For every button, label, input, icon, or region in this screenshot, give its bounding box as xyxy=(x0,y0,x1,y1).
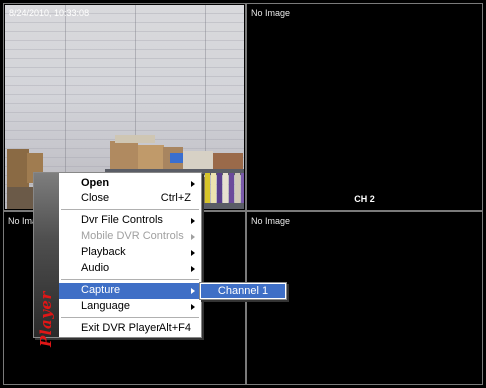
channel-label: CH 2 xyxy=(354,194,375,204)
submenu-arrow-icon xyxy=(191,218,195,224)
submenu-arrow-icon xyxy=(191,304,195,310)
player-logo: Player xyxy=(37,291,55,347)
menu-item-mobile-dvr-controls: Mobile DVR Controls xyxy=(59,229,201,245)
menu-item-exit[interactable]: Exit DVR Player Alt+F4 xyxy=(59,321,201,337)
menu-separator xyxy=(61,209,199,211)
submenu-arrow-icon xyxy=(191,234,195,240)
context-menu: Player Open Close Ctrl+Z Dvr File Contro… xyxy=(33,172,202,347)
menu-item-label: Mobile DVR Controls xyxy=(81,230,184,242)
menu-separator xyxy=(61,317,199,319)
capture-submenu: Channel 1 xyxy=(199,282,287,300)
menu-item-label: Language xyxy=(81,300,130,312)
camera-pane-2[interactable]: No Image CH 2 xyxy=(246,3,483,211)
menu-item-dvr-file-controls[interactable]: Dvr File Controls xyxy=(59,213,201,229)
menu-separator xyxy=(61,279,199,281)
shortcut-label: Ctrl+Z xyxy=(160,192,191,204)
menu-item-label: Playback xyxy=(81,246,126,258)
shortcut-label: Alt+F4 xyxy=(158,322,191,334)
menu-item-label: Exit DVR Player xyxy=(81,322,160,334)
submenu-item-channel-1[interactable]: Channel 1 xyxy=(201,284,285,298)
timestamp-label: 8/24/2010, 10:33:08 xyxy=(9,8,90,18)
menu-item-audio[interactable]: Audio xyxy=(59,261,201,277)
menu-item-close[interactable]: Close Ctrl+Z xyxy=(59,191,201,207)
submenu-arrow-icon xyxy=(191,288,195,294)
submenu-arrow-icon xyxy=(191,250,195,256)
menu-item-playback[interactable]: Playback xyxy=(59,245,201,261)
no-image-label: No Image xyxy=(251,8,291,18)
menu-item-open[interactable]: Open xyxy=(59,176,201,192)
menu-item-capture[interactable]: Capture xyxy=(59,283,201,299)
menu-item-language[interactable]: Language xyxy=(59,299,201,315)
submenu-arrow-icon xyxy=(191,181,195,187)
menu-item-label: Dvr File Controls xyxy=(81,214,163,226)
submenu-arrow-icon xyxy=(191,266,195,272)
menu-item-label: Audio xyxy=(81,262,110,274)
no-image-label: No Image xyxy=(251,216,291,226)
menu-item-label: Open xyxy=(81,177,110,189)
menu-item-label: Close xyxy=(81,192,110,204)
menu-item-label: Capture xyxy=(81,284,121,296)
submenu-item-label: Channel 1 xyxy=(217,285,269,297)
menu-banner: Player xyxy=(34,173,59,347)
